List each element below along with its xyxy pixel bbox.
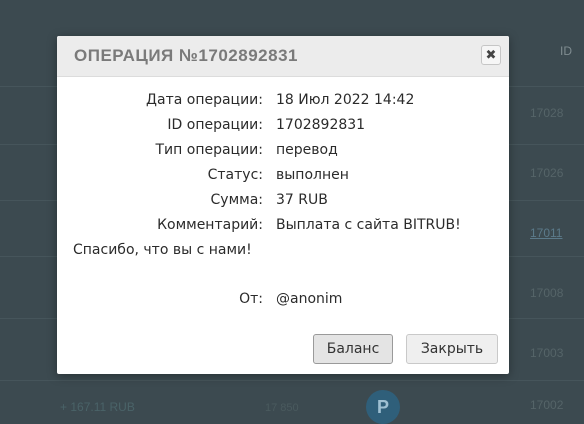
- dialog-title: ОПЕРАЦИЯ №1702892831: [74, 46, 298, 65]
- field-operation-type: Тип операции: перевод: [57, 142, 509, 162]
- field-from: От: @anonim: [57, 291, 509, 311]
- field-value: 37 RUB: [276, 192, 328, 208]
- dialog-header: ОПЕРАЦИЯ №1702892831 ✖: [57, 36, 509, 77]
- field-value: @anonim: [276, 291, 343, 307]
- field-value: Выплата с сайта BITRUB!: [276, 217, 461, 233]
- field-label: Дата операции:: [146, 92, 263, 108]
- balance-button[interactable]: Баланс: [313, 334, 393, 364]
- field-value: 1702892831: [276, 117, 366, 133]
- close-icon[interactable]: ✖: [481, 45, 501, 65]
- table-cell-id[interactable]: 17026: [530, 166, 563, 180]
- table-cell-id[interactable]: 17003: [530, 346, 563, 360]
- column-header-id: ID: [560, 44, 572, 58]
- field-value: выполнен: [276, 167, 349, 183]
- table-cell-id[interactable]: 17002: [530, 398, 563, 412]
- table-cell-value: 17 850: [265, 402, 299, 414]
- thank-you-message: Спасибо, что вы с нами!: [73, 242, 252, 258]
- field-operation-id: ID операции: 1702892831: [57, 117, 509, 137]
- field-label: Комментарий:: [157, 217, 263, 233]
- table-cell-id[interactable]: 17011: [530, 226, 562, 240]
- field-value: 18 Июл 2022 14:42: [276, 92, 415, 108]
- field-status: Статус: выполнен: [57, 167, 509, 187]
- table-cell-id[interactable]: 17028: [530, 106, 563, 120]
- table-divider: [0, 380, 584, 381]
- field-value: перевод: [276, 142, 338, 158]
- field-label: Тип операции:: [155, 142, 264, 158]
- field-label: ID операции:: [167, 117, 263, 133]
- table-cell-id[interactable]: 17008: [530, 286, 563, 300]
- operation-details-dialog: ОПЕРАЦИЯ №1702892831 ✖ Дата операции: 18…: [57, 36, 509, 374]
- field-label: Статус:: [207, 167, 263, 183]
- field-label: Сумма:: [210, 192, 263, 208]
- field-date: Дата операции: 18 Июл 2022 14:42: [57, 92, 509, 112]
- close-button[interactable]: Закрыть: [406, 334, 498, 364]
- field-amount: Сумма: 37 RUB: [57, 192, 509, 212]
- table-cell-amount: + 167.11 RUB: [60, 400, 135, 414]
- field-label: От:: [239, 291, 263, 307]
- field-comment: Комментарий: Выплата с сайта BITRUB!: [57, 217, 509, 237]
